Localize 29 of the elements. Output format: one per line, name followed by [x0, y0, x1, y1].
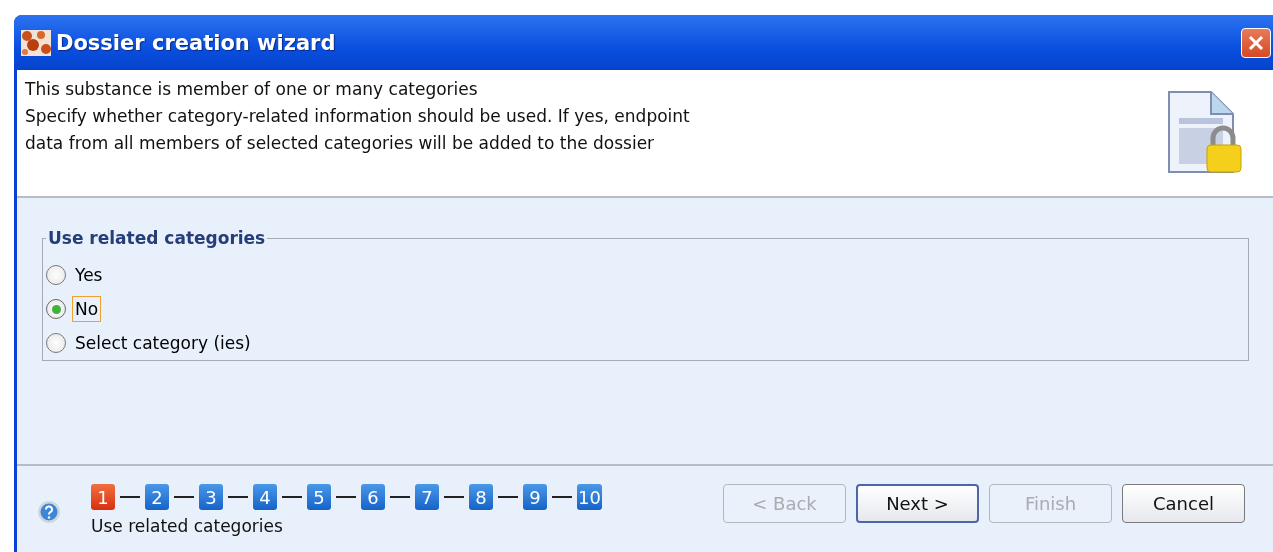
close-icon: [1247, 33, 1265, 52]
window-title: Dossier creation wizard: [56, 30, 336, 55]
step-number: 8: [469, 484, 493, 510]
step-number: 7: [415, 484, 439, 510]
wizard-button[interactable]: Cancel: [1122, 484, 1245, 523]
header-text: data from all members of selected categories will be added to the dossier: [25, 133, 656, 155]
step-number: 3: [199, 484, 223, 510]
step-number: 1: [91, 484, 115, 510]
group-title: Use related categories: [47, 228, 267, 248]
radio-button[interactable]: [46, 333, 66, 353]
header-text: Specify whether category-related information should be used. If yes, endpoint: [25, 106, 690, 128]
help-icon[interactable]: [37, 500, 61, 524]
step-number: 4: [253, 484, 277, 510]
option-label[interactable]: No: [72, 296, 102, 322]
step-number: 5: [307, 484, 331, 510]
app-logo-icon: [21, 29, 51, 56]
radio-button[interactable]: [46, 299, 66, 319]
step-number: 9: [523, 484, 547, 510]
step-caption: Use related categories: [91, 516, 284, 536]
close-button[interactable]: [1241, 27, 1271, 58]
step-number: 6: [361, 484, 385, 510]
option-label[interactable]: Select category (ies): [72, 330, 254, 356]
header-text: This substance is member of one or many categories: [25, 79, 479, 101]
locked-document-icon: [1167, 90, 1243, 174]
wizard-button[interactable]: Next >: [856, 484, 979, 523]
step-number: 2: [145, 484, 169, 510]
option-label[interactable]: Yes: [72, 262, 106, 288]
radio-button[interactable]: [46, 265, 66, 285]
step-number: 10: [577, 484, 602, 510]
